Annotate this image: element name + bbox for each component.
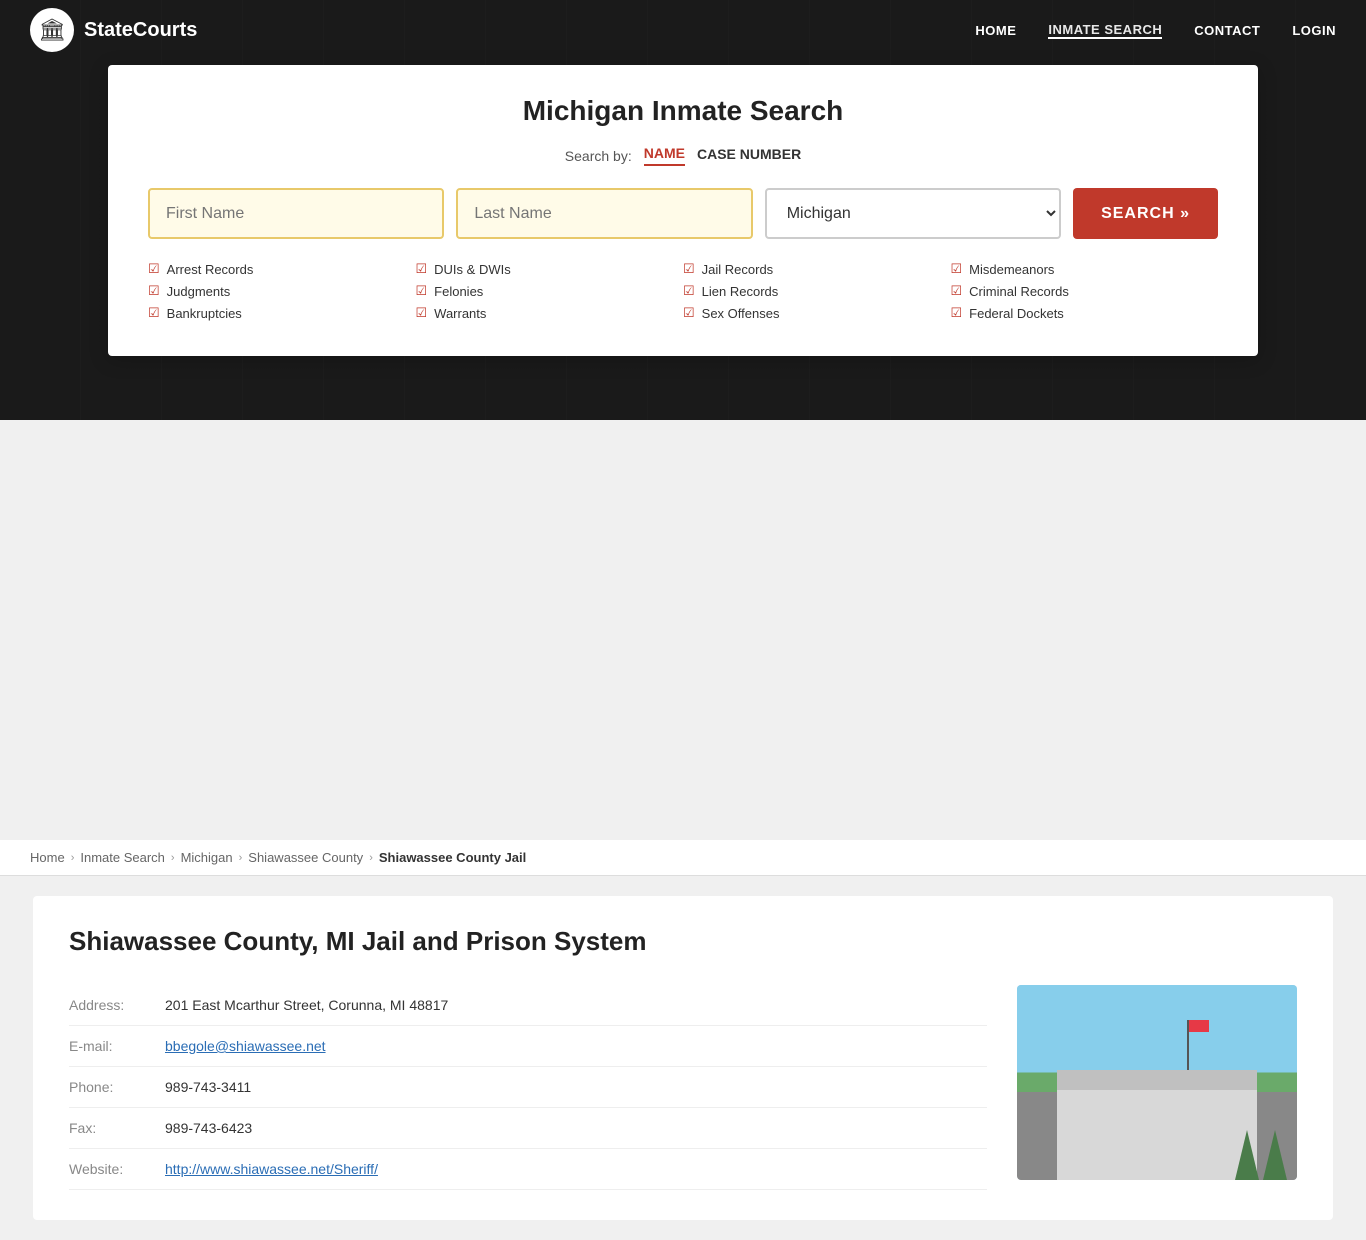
feature-label: Felonies: [434, 284, 483, 299]
phone-value: 989-743-3411: [165, 1079, 251, 1095]
feature-arrest-records: ☑ Arrest Records: [148, 261, 416, 277]
feature-misdemeanors: ☑ Misdemeanors: [951, 261, 1219, 277]
nav-login[interactable]: LOGIN: [1292, 23, 1336, 38]
breadcrumb-current: Shiawassee County Jail: [379, 850, 526, 865]
breadcrumb-sep: ›: [171, 852, 175, 864]
first-name-input[interactable]: [148, 188, 444, 239]
address-row: Address: 201 East Mcarthur Street, Corun…: [69, 985, 987, 1026]
feature-label: Criminal Records: [969, 284, 1069, 299]
feature-label: DUIs & DWIs: [434, 262, 511, 277]
info-layout: Address: 201 East Mcarthur Street, Corun…: [69, 985, 1297, 1190]
facility-img-content: [1017, 985, 1297, 1180]
search-card: Michigan Inmate Search Search by: NAME C…: [108, 65, 1258, 356]
check-icon: ☑: [951, 261, 963, 277]
nav-contact[interactable]: CONTACT: [1194, 23, 1260, 38]
breadcrumb-michigan[interactable]: Michigan: [181, 850, 233, 865]
feature-label: Misdemeanors: [969, 262, 1054, 277]
breadcrumb-inmate-search[interactable]: Inmate Search: [80, 850, 165, 865]
feature-warrants: ☑ Warrants: [416, 305, 684, 321]
logo-icon: 🏛: [30, 8, 74, 52]
building: [1057, 1070, 1257, 1180]
feature-judgments: ☑ Judgments: [148, 283, 416, 299]
tree: [1235, 1130, 1259, 1180]
check-icon: ☑: [148, 261, 160, 277]
breadcrumb-county[interactable]: Shiawassee County: [248, 850, 363, 865]
check-icon: ☑: [683, 305, 695, 321]
check-icon: ☑: [683, 283, 695, 299]
content-card: Shiawassee County, MI Jail and Prison Sy…: [33, 896, 1333, 1220]
nav-home[interactable]: HOME: [975, 23, 1016, 38]
search-button[interactable]: SEARCH »: [1073, 188, 1218, 239]
fax-label: Fax:: [69, 1120, 149, 1136]
tab-name[interactable]: NAME: [644, 145, 685, 166]
phone-label: Phone:: [69, 1079, 149, 1095]
navbar: 🏛 StateCourts HOME INMATE SEARCH CONTACT…: [0, 0, 1366, 60]
breadcrumb-home[interactable]: Home: [30, 850, 65, 865]
breadcrumb: Home › Inmate Search › Michigan › Shiawa…: [0, 840, 1366, 876]
flag-pole: [1187, 1020, 1189, 1070]
email-label: E-mail:: [69, 1038, 149, 1054]
check-icon: ☑: [148, 283, 160, 299]
feature-sex-offenses: ☑ Sex Offenses: [683, 305, 951, 321]
check-icon: ☑: [416, 283, 428, 299]
website-row: Website: http://www.shiawassee.net/Sheri…: [69, 1149, 987, 1190]
feature-label: Federal Dockets: [969, 306, 1064, 321]
logo-text: StateCourts: [84, 19, 197, 42]
feature-label: Bankruptcies: [167, 306, 242, 321]
phone-row: Phone: 989-743-3411: [69, 1067, 987, 1108]
facility-title: Shiawassee County, MI Jail and Prison Sy…: [69, 926, 1297, 957]
check-icon: ☑: [683, 261, 695, 277]
nav-links: HOME INMATE SEARCH CONTACT LOGIN: [975, 22, 1336, 39]
trees: [1235, 1130, 1287, 1180]
address-value: 201 East Mcarthur Street, Corunna, MI 48…: [165, 997, 448, 1013]
facility-image: [1017, 985, 1297, 1180]
main-content: Shiawassee County, MI Jail and Prison Sy…: [0, 876, 1366, 1240]
breadcrumb-sep: ›: [239, 852, 243, 864]
check-icon: ☑: [951, 305, 963, 321]
feature-label: Arrest Records: [167, 262, 254, 277]
search-fields: Michigan SEARCH »: [148, 188, 1218, 239]
search-by-row: Search by: NAME CASE NUMBER: [148, 145, 1218, 166]
feature-label: Jail Records: [702, 262, 774, 277]
feature-label: Sex Offenses: [702, 306, 780, 321]
address-label: Address:: [69, 997, 149, 1013]
feature-label: Warrants: [434, 306, 486, 321]
check-icon: ☑: [416, 305, 428, 321]
card-title: Michigan Inmate Search: [148, 95, 1218, 127]
check-icon: ☑: [951, 283, 963, 299]
feature-felonies: ☑ Felonies: [416, 283, 684, 299]
features-grid: ☑ Arrest Records ☑ DUIs & DWIs ☑ Jail Re…: [148, 261, 1218, 321]
tab-case-number[interactable]: CASE NUMBER: [697, 146, 801, 165]
feature-bankruptcies: ☑ Bankruptcies: [148, 305, 416, 321]
breadcrumb-sep: ›: [369, 852, 373, 864]
website-link[interactable]: http://www.shiawassee.net/Sheriff/: [165, 1161, 378, 1177]
feature-label: Judgments: [167, 284, 231, 299]
hero-section: COURTHOUSE 🏛 StateCourts HOME INMATE SEA…: [0, 0, 1366, 420]
feature-label: Lien Records: [702, 284, 779, 299]
fax-value: 989-743-6423: [165, 1120, 252, 1136]
email-link[interactable]: bbegole@shiawassee.net: [165, 1038, 326, 1054]
feature-lien-records: ☑ Lien Records: [683, 283, 951, 299]
info-table: Address: 201 East Mcarthur Street, Corun…: [69, 985, 987, 1190]
feature-duis: ☑ DUIs & DWIs: [416, 261, 684, 277]
search-by-label: Search by:: [565, 148, 632, 164]
email-row: E-mail: bbegole@shiawassee.net: [69, 1026, 987, 1067]
feature-jail-records: ☑ Jail Records: [683, 261, 951, 277]
nav-inmate-search[interactable]: INMATE SEARCH: [1048, 22, 1162, 39]
feature-federal-dockets: ☑ Federal Dockets: [951, 305, 1219, 321]
state-select[interactable]: Michigan: [765, 188, 1061, 239]
last-name-input[interactable]: [456, 188, 752, 239]
feature-criminal-records: ☑ Criminal Records: [951, 283, 1219, 299]
check-icon: ☑: [148, 305, 160, 321]
tree: [1263, 1130, 1287, 1180]
breadcrumb-sep: ›: [71, 852, 75, 864]
check-icon: ☑: [416, 261, 428, 277]
logo-link[interactable]: 🏛 StateCourts: [30, 8, 197, 52]
fax-row: Fax: 989-743-6423: [69, 1108, 987, 1149]
website-label: Website:: [69, 1161, 149, 1177]
